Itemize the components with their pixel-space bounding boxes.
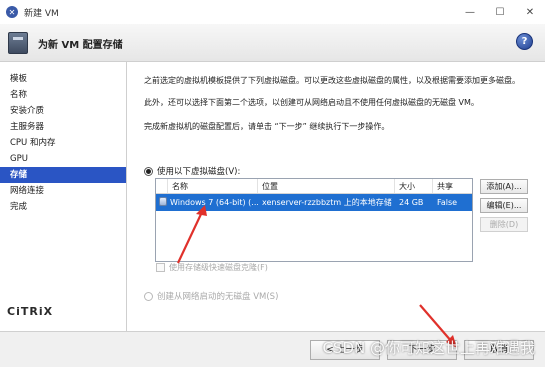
- fast-clone-checkbox[interactable]: [156, 263, 165, 272]
- virtual-disk-table: 名称 位置 大小 共享 Windows 7 (64-bit) (... xens…: [155, 178, 473, 262]
- use-disks-label: 使用以下虚拟磁盘(V):: [157, 167, 241, 177]
- help-icon[interactable]: ?: [516, 33, 533, 50]
- storage-config-panel: 之前选定的虚拟机模板提供了下列虚拟磁盘。可以更改这些虚拟磁盘的属性，以及根据需要…: [128, 62, 545, 331]
- minimize-button[interactable]: —: [455, 0, 485, 24]
- maximize-button[interactable]: ☐: [485, 0, 515, 24]
- column-header-icon: [156, 179, 168, 193]
- csdn-watermark: CSDN @你可知这世上再难遇我: [322, 339, 535, 357]
- use-disks-radio[interactable]: [144, 166, 153, 176]
- diskless-radio[interactable]: [144, 291, 153, 301]
- sidebar-item-finish[interactable]: 完成: [0, 199, 126, 215]
- column-header-shared[interactable]: 共享: [433, 179, 472, 193]
- sidebar-item-storage[interactable]: 存储: [0, 167, 126, 183]
- disk-name-cell: Windows 7 (64-bit) (...: [156, 194, 258, 211]
- add-disk-button[interactable]: 添加(A)...: [480, 179, 528, 194]
- disk-name: Windows 7 (64-bit) (...: [170, 198, 258, 207]
- sidebar-item-cpu-memory[interactable]: CPU 和内存: [0, 135, 126, 151]
- column-header-location[interactable]: 位置: [258, 179, 395, 193]
- edit-disk-button[interactable]: 编辑(E)...: [480, 198, 528, 213]
- window-controls: — ☐ ✕: [455, 0, 545, 24]
- fast-clone-label: 使用存储级快速磁盘克隆(F): [169, 263, 268, 272]
- page-title: 为新 VM 配置存储: [38, 40, 123, 51]
- diskless-label: 创建从网络启动的无磁盘 VM(S): [157, 292, 279, 302]
- table-row[interactable]: Windows 7 (64-bit) (... xenserver-rzzbbz…: [156, 194, 472, 211]
- close-button[interactable]: ✕: [515, 0, 545, 24]
- disk-icon: [159, 197, 167, 206]
- title-bar: ✕ 新建 VM — ☐ ✕: [0, 0, 545, 24]
- delete-disk-button[interactable]: 删除(D): [480, 217, 528, 232]
- xencenter-app-icon: ✕: [6, 6, 18, 18]
- diskless-option[interactable]: 创建从网络启动的无磁盘 VM(S): [144, 290, 278, 302]
- disk-size-cell: 24 GB: [399, 198, 424, 207]
- sidebar-item-gpu[interactable]: GPU: [0, 151, 126, 167]
- intro-text-2: 此外，还可以选择下面第二个选项，以创建可从网络启动且不使用任何虚拟磁盘的无磁盘 …: [144, 98, 479, 107]
- wizard-steps-sidebar: 模板 名称 安装介质 主服务器 CPU 和内存 GPU 存储 网络连接 完成 C…: [0, 62, 127, 331]
- window-title: 新建 VM: [24, 8, 59, 19]
- sidebar-item-install-media[interactable]: 安装介质: [0, 103, 126, 119]
- disk-shared-cell: False: [437, 198, 458, 207]
- intro-text-3: 完成新虚拟机的磁盘配置后，请单击 “下一步” 继续执行下一步操作。: [144, 122, 390, 131]
- citrix-logo: CiTRiX: [7, 305, 54, 318]
- fast-clone-option[interactable]: 使用存储级快速磁盘克隆(F): [156, 262, 268, 273]
- use-disks-option[interactable]: 使用以下虚拟磁盘(V):: [144, 165, 240, 177]
- column-header-size[interactable]: 大小: [395, 179, 433, 193]
- server-icon: [8, 32, 28, 54]
- sidebar-item-networking[interactable]: 网络连接: [0, 183, 126, 199]
- disk-location-cell: xenserver-rzzbbztm 上的本地存储: [262, 198, 392, 207]
- table-header: 名称 位置 大小 共享: [156, 179, 472, 194]
- sidebar-item-template[interactable]: 模板: [0, 71, 126, 87]
- intro-text-1: 之前选定的虚拟机模板提供了下列虚拟磁盘。可以更改这些虚拟磁盘的属性，以及根据需要…: [144, 76, 520, 85]
- wizard-header: 为新 VM 配置存储 ?: [0, 24, 545, 62]
- sidebar-item-home-server[interactable]: 主服务器: [0, 119, 126, 135]
- column-header-name[interactable]: 名称: [168, 179, 258, 193]
- sidebar-item-name[interactable]: 名称: [0, 87, 126, 103]
